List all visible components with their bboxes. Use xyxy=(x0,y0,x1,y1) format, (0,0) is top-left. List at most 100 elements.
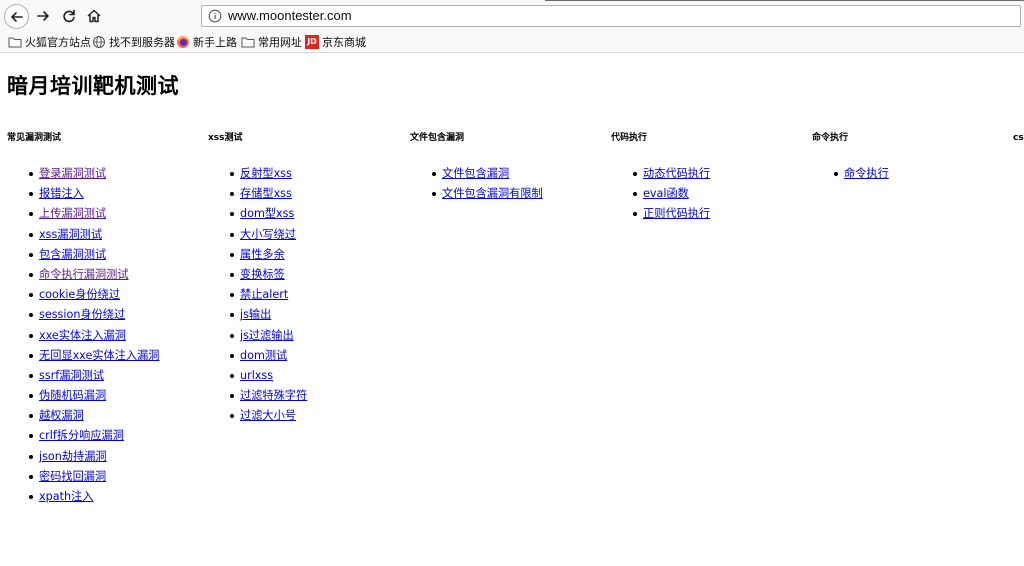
list-item: 过滤特殊字符 xyxy=(230,389,307,409)
list-item: cookie身份绕过 xyxy=(29,288,159,308)
test-link[interactable]: js输出 xyxy=(240,308,271,321)
test-link[interactable]: 越权漏洞 xyxy=(39,409,84,422)
column-cs: cs xyxy=(1013,130,1024,146)
window-edge xyxy=(545,0,1024,1)
list-item: 大小写绕过 xyxy=(230,228,307,248)
address-bar[interactable]: www.moontester.com xyxy=(201,5,1021,27)
test-link[interactable]: 大小写绕过 xyxy=(240,228,296,241)
column-code-exec: 代码执行 动态代码执行 eval函数正则代码执行 xyxy=(611,130,811,220)
column-command-exec: 命令执行 命令执行 xyxy=(812,130,1012,180)
test-link[interactable]: 命令执行 xyxy=(844,167,889,180)
test-link[interactable]: 禁止alert xyxy=(240,288,288,301)
list-item: 属性多余 xyxy=(230,248,307,268)
test-link[interactable]: 伪随机码漏洞 xyxy=(39,389,106,402)
list-item: 存储型xss xyxy=(230,187,307,207)
test-link[interactable]: 过滤大小号 xyxy=(240,409,296,422)
list-item: 无回显xxe实体注入漏洞 xyxy=(29,349,159,369)
test-link[interactable]: 属性多余 xyxy=(240,248,285,261)
list-item: dom测试 xyxy=(230,349,307,369)
test-link[interactable]: dom型xss xyxy=(240,207,294,220)
bookmark-label: 火狐官方站点 xyxy=(25,36,91,49)
test-link[interactable]: cookie身份绕过 xyxy=(39,288,120,301)
test-link[interactable]: 命令执行漏洞测试 xyxy=(39,268,129,281)
test-link[interactable]: json劫持漏洞 xyxy=(39,450,107,463)
test-link[interactable]: 动态代码执行 xyxy=(643,167,710,180)
list-item: js过滤输出 xyxy=(230,329,307,349)
page-title: 暗月培训靶机测试 xyxy=(7,74,179,98)
test-link[interactable]: 变换标签 xyxy=(240,268,285,281)
test-link[interactable]: 密码找回漏洞 xyxy=(39,470,106,483)
test-link[interactable]: 上传漏洞测试 xyxy=(39,207,106,220)
list-item: crlf拆分响应漏洞 xyxy=(29,429,159,449)
list-item: 包含漏洞测试 xyxy=(29,248,159,268)
test-link[interactable]: xxe实体注入漏洞 xyxy=(39,329,126,342)
list-item: 文件包含漏洞有限制 xyxy=(432,187,543,207)
test-link[interactable]: 文件包含漏洞有限制 xyxy=(442,187,543,200)
list-item: 过滤大小号 xyxy=(230,409,307,429)
url-text: www.moontester.com xyxy=(228,8,352,23)
link-list: 文件包含漏洞文件包含漏洞有限制 xyxy=(432,167,543,207)
column-file-inclusion: 文件包含漏洞 文件包含漏洞文件包含漏洞有限制 xyxy=(410,130,610,200)
column-heading: 常见漏洞测试 xyxy=(7,133,62,143)
test-link[interactable]: 无回显xxe实体注入漏洞 xyxy=(39,349,159,362)
folder-icon xyxy=(241,37,255,48)
list-item: 报错注入 xyxy=(29,187,159,207)
list-item: xxe实体注入漏洞 xyxy=(29,329,159,349)
test-link[interactable]: 文件包含漏洞 xyxy=(442,167,509,180)
forward-button[interactable] xyxy=(31,4,55,28)
list-item: 伪随机码漏洞 xyxy=(29,389,159,409)
back-button[interactable] xyxy=(4,4,29,29)
list-item: 文件包含漏洞 xyxy=(432,167,543,187)
info-icon[interactable] xyxy=(208,9,222,23)
test-link[interactable]: 存储型xss xyxy=(240,187,292,200)
list-item: js输出 xyxy=(230,308,307,328)
test-link[interactable]: 正则代码执行 xyxy=(643,207,710,220)
list-item: 命令执行漏洞测试 xyxy=(29,268,159,288)
test-link[interactable]: dom测试 xyxy=(240,349,287,362)
column-heading: xss测试 xyxy=(208,133,243,143)
globe-icon xyxy=(93,36,105,48)
list-item: session身份绕过 xyxy=(29,308,159,328)
list-item: 命令执行 xyxy=(834,167,889,187)
bookmark-label: 新手上路 xyxy=(193,36,237,49)
back-arrow-icon xyxy=(10,11,23,22)
list-item: 禁止alert xyxy=(230,288,307,308)
bookmark-jd-mall[interactable]: JD 京东商城 xyxy=(305,33,366,51)
link-list: 登录漏洞测试 报错注入上传漏洞测试 xss漏洞测试 包含漏洞测试命令执行漏洞测试 coo… xyxy=(29,167,159,510)
test-link[interactable]: 报错注入 xyxy=(39,187,84,200)
list-item: json劫持漏洞 xyxy=(29,450,159,470)
test-link[interactable]: xpath注入 xyxy=(39,490,93,503)
test-link[interactable]: 包含漏洞测试 xyxy=(39,248,106,261)
bookmark-label: 找不到服务器 xyxy=(109,36,175,49)
bookmark-getting-started[interactable]: 新手上路 xyxy=(176,33,237,51)
test-link[interactable]: 反射型xss xyxy=(240,167,292,180)
list-item: 反射型xss xyxy=(230,167,307,187)
list-item: ssrf漏洞测试 xyxy=(29,369,159,389)
bookmark-common-sites[interactable]: 常用网址 xyxy=(241,33,302,51)
column-heading: 代码执行 xyxy=(611,133,648,143)
bookmark-label: 常用网址 xyxy=(258,36,302,49)
test-link[interactable]: crlf拆分响应漏洞 xyxy=(39,429,124,442)
test-link[interactable]: eval函数 xyxy=(643,187,689,200)
test-link[interactable]: ssrf漏洞测试 xyxy=(39,369,104,382)
column-heading: 文件包含漏洞 xyxy=(410,133,465,143)
bookmark-server-not-found[interactable]: 找不到服务器 xyxy=(92,33,175,51)
bookmark-label: 京东商城 xyxy=(322,36,366,49)
list-item: xpath注入 xyxy=(29,490,159,510)
list-item: dom型xss xyxy=(230,207,307,227)
list-item: 密码找回漏洞 xyxy=(29,470,159,490)
test-link[interactable]: js过滤输出 xyxy=(240,329,294,342)
column-common-vulns: 常见漏洞测试 登录漏洞测试 报错注入上传漏洞测试 xss漏洞测试 包含漏洞测试命令执行… xyxy=(7,130,207,503)
column-xss-tests: xss测试 反射型xss 存储型xss dom型xss 大小写绕过属性多余变换标签禁止… xyxy=(208,130,408,422)
test-link[interactable]: xss漏洞测试 xyxy=(39,228,102,241)
reload-icon xyxy=(63,9,75,23)
home-button[interactable] xyxy=(82,4,106,28)
browser-toolbar: www.moontester.com xyxy=(0,0,1024,32)
test-link[interactable]: urlxss xyxy=(240,369,273,382)
test-link[interactable]: 登录漏洞测试 xyxy=(39,167,106,180)
list-item: xss漏洞测试 xyxy=(29,228,159,248)
reload-button[interactable] xyxy=(57,4,81,28)
test-link[interactable]: session身份绕过 xyxy=(39,308,125,321)
bookmark-firefox-official[interactable]: 火狐官方站点 xyxy=(8,33,91,51)
test-link[interactable]: 过滤特殊字符 xyxy=(240,389,307,402)
